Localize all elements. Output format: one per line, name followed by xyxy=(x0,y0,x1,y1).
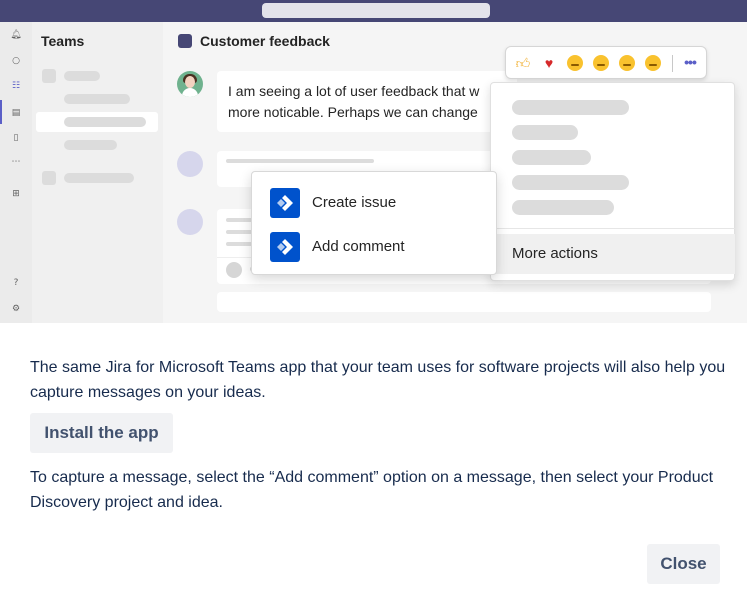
jira-actions-menu: Create issue Add comment xyxy=(251,171,497,275)
reply-avatar-placeholder xyxy=(226,262,242,278)
close-button[interactable]: Close xyxy=(647,544,720,584)
description-text: The same Jira for Microsoft Teams app th… xyxy=(30,359,726,401)
message-card: I am seeing a lot of user feedback that … xyxy=(217,71,517,132)
calendar-icon: ▤ xyxy=(11,108,21,118)
emoji-face xyxy=(593,55,609,71)
teams-illustration: 🔔︎ ○ ☷ ▤ ▯ ⋯ ⊞ ? ⚙ Teams Customer feedba… xyxy=(0,0,747,323)
avatar xyxy=(177,71,203,97)
angry-icon[interactable] xyxy=(644,54,662,72)
message-line-2: more noticable. Perhaps we can change xyxy=(228,104,478,120)
menu-item-placeholder xyxy=(512,100,629,115)
avatar-face xyxy=(185,76,195,88)
emoji-face xyxy=(619,55,635,71)
menu-item-placeholder xyxy=(512,175,629,190)
install-app-button[interactable]: Install the app xyxy=(30,413,173,453)
app-rail: 🔔︎ ○ ☷ ▤ ▯ ⋯ ⊞ ? ⚙ xyxy=(0,22,32,323)
teams-list-panel: Teams xyxy=(32,22,163,323)
emoji-face xyxy=(645,55,661,71)
thumbs-up-icon[interactable]: 👍︎ xyxy=(514,54,532,72)
instructions-text: To capture a message, select the “Add co… xyxy=(30,469,714,511)
more-options-icon[interactable]: ••• xyxy=(678,53,702,73)
chat-icon: ○ xyxy=(12,56,20,66)
teams-panel-title: Teams xyxy=(41,33,85,49)
team-avatar-placeholder xyxy=(42,69,56,83)
more-actions-label: More actions xyxy=(512,245,598,262)
apps-icon: ⊞ xyxy=(12,189,20,199)
add-comment-label: Add comment xyxy=(312,238,405,255)
team-avatar-placeholder xyxy=(42,171,56,185)
create-issue-item[interactable]: Create issue xyxy=(252,180,498,224)
teams-icon: ☷ xyxy=(11,81,21,91)
help-icon: ? xyxy=(13,278,19,288)
sad-icon[interactable] xyxy=(618,54,636,72)
channel-name-placeholder xyxy=(64,117,146,127)
channel-name-placeholder xyxy=(64,94,130,104)
reactions-bar: 👍︎ ♥ ••• xyxy=(505,46,707,79)
files-icon: ▯ xyxy=(13,133,19,143)
emoji-face xyxy=(567,55,583,71)
bell-icon: 🔔︎ xyxy=(10,30,22,40)
jira-icon xyxy=(270,232,300,262)
settings-gear-icon: ⚙ xyxy=(11,304,21,314)
search-bar-placeholder xyxy=(262,3,490,18)
message-more-menu: More actions xyxy=(490,82,736,281)
reply-box-placeholder xyxy=(217,292,711,312)
message-text: I am seeing a lot of user feedback that … xyxy=(228,81,517,123)
team-name-placeholder xyxy=(64,173,134,183)
menu-item-placeholder xyxy=(512,150,591,165)
avatar-placeholder xyxy=(177,151,203,177)
surprised-icon[interactable] xyxy=(592,54,610,72)
menu-item-placeholder xyxy=(512,125,578,140)
jira-logo-icon xyxy=(277,239,293,255)
channel-title: Customer feedback xyxy=(200,33,330,49)
jira-logo-icon xyxy=(277,195,293,211)
message-line-1: I am seeing a lot of user feedback that … xyxy=(228,83,480,99)
dialog: 🔔︎ ○ ☷ ▤ ▯ ⋯ ⊞ ? ⚙ Teams Customer feedba… xyxy=(0,0,747,611)
channel-name-placeholder xyxy=(64,140,117,150)
more-apps-icon: ⋯ xyxy=(11,157,21,167)
team-name-placeholder xyxy=(64,71,100,81)
divider xyxy=(491,228,736,229)
heart-icon[interactable]: ♥ xyxy=(540,54,558,72)
channel-team-icon xyxy=(178,34,192,48)
laughing-icon[interactable] xyxy=(566,54,584,72)
menu-item-placeholder xyxy=(512,200,614,215)
avatar-placeholder xyxy=(177,209,203,235)
more-actions-item[interactable]: More actions xyxy=(492,234,735,274)
jira-icon xyxy=(270,188,300,218)
text-placeholder xyxy=(226,159,374,163)
divider xyxy=(672,55,673,72)
add-comment-item[interactable]: Add comment xyxy=(252,224,498,268)
teams-title-bar xyxy=(0,0,747,22)
avatar-body xyxy=(182,88,198,97)
create-issue-label: Create issue xyxy=(312,194,397,211)
